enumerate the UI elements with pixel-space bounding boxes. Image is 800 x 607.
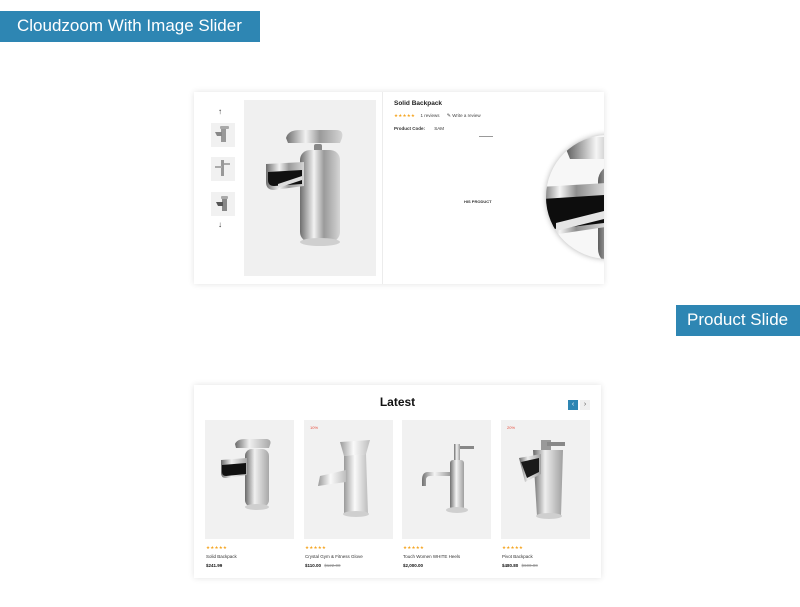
product-info: Solid Backpack ★★★★★ 1 reviews ✎ Write a… (394, 100, 604, 259)
product-image[interactable] (501, 420, 590, 539)
product-price: $241.99 (206, 563, 224, 568)
faucet-icon (216, 196, 228, 211)
faucet-image (318, 440, 370, 517)
wishlist-fragment[interactable]: HIS PRODUCT (464, 199, 492, 204)
rating-stars: ★★★★★ (502, 545, 524, 550)
product-name[interactable]: Solid Backpack (206, 554, 237, 559)
current-price: $241.99 (206, 563, 223, 568)
arrow-up-icon[interactable]: ↑ (218, 107, 222, 116)
slider-next-button[interactable]: › (580, 400, 590, 410)
product-name[interactable]: Touch Women WHITE Heels (403, 554, 460, 559)
old-price: $600.00 (521, 563, 538, 568)
write-review-label: Write a review (452, 113, 481, 118)
product-code-row: Product Code: SAM (394, 126, 444, 131)
thumbnail-1[interactable] (211, 123, 235, 147)
rating-row: ★★★★★ 1 reviews ✎ Write a review (394, 113, 594, 119)
arrow-down-icon[interactable]: ↓ (218, 220, 222, 229)
faucet-image (422, 444, 474, 513)
section-title: Latest (379, 395, 416, 409)
product-image[interactable] (304, 420, 393, 539)
info-line-fragment (479, 136, 493, 137)
faucet-image (519, 440, 565, 519)
rating-stars: ★★★★★ (305, 545, 327, 550)
product-code-label: Product Code: (394, 126, 425, 131)
thumbnail-3[interactable] (211, 192, 235, 216)
faucet-image (266, 130, 343, 246)
faucet-image (221, 439, 271, 510)
current-price: $110.00 (305, 563, 322, 568)
product-price: $110.00 $122.00 (305, 563, 341, 568)
cloudzoom-product-panel: ↑ ↓ Solid Backpack ★★★★★ 1 reviews ✎ Wri… (194, 92, 604, 284)
faucet-icon (215, 160, 230, 176)
product-image[interactable] (205, 420, 294, 539)
product-price: $2,000.00 (403, 563, 425, 568)
chevron-left-icon: ‹ (571, 401, 575, 408)
product-title: Solid Backpack (394, 100, 443, 107)
chevron-right-icon: › (583, 401, 587, 408)
section-banner-cloudzoom: Cloudzoom With Image Slider (0, 11, 260, 42)
sale-badge: 20% (507, 425, 516, 430)
old-price: $122.00 (324, 563, 341, 568)
sale-badge: 10% (310, 425, 319, 430)
zoomed-faucet-image (546, 137, 604, 259)
faucet-icon (215, 126, 229, 142)
panel-divider (382, 92, 383, 284)
main-product-image[interactable] (244, 100, 376, 276)
product-name[interactable]: Pivot Backpack (502, 554, 533, 559)
thumbnail-2[interactable] (211, 157, 235, 181)
rating-stars: ★★★★★ (206, 545, 228, 550)
section-banner-product-slide: Product Slide (676, 305, 800, 336)
latest-products-panel: Latest ‹ › ★★★★★ Solid Backpack $241.99 (194, 385, 601, 578)
product-code-value: SAM (434, 126, 445, 131)
product-price: $480.80 $600.00 (502, 563, 538, 568)
current-price: $480.80 (502, 563, 519, 568)
rating-stars: ★★★★★ (394, 113, 416, 118)
zoom-lens (546, 135, 604, 259)
pencil-icon: ✎ (446, 113, 451, 119)
write-review-link[interactable]: ✎ Write a review (446, 113, 481, 119)
product-name[interactable]: Crystal Gym & Fitness Glove (305, 554, 363, 559)
product-image[interactable] (402, 420, 491, 539)
rating-stars: ★★★★★ (403, 545, 425, 550)
slider-prev-button[interactable]: ‹ (568, 400, 578, 410)
reviews-link[interactable]: 1 reviews (420, 113, 439, 118)
current-price: $2,000.00 (403, 563, 424, 568)
